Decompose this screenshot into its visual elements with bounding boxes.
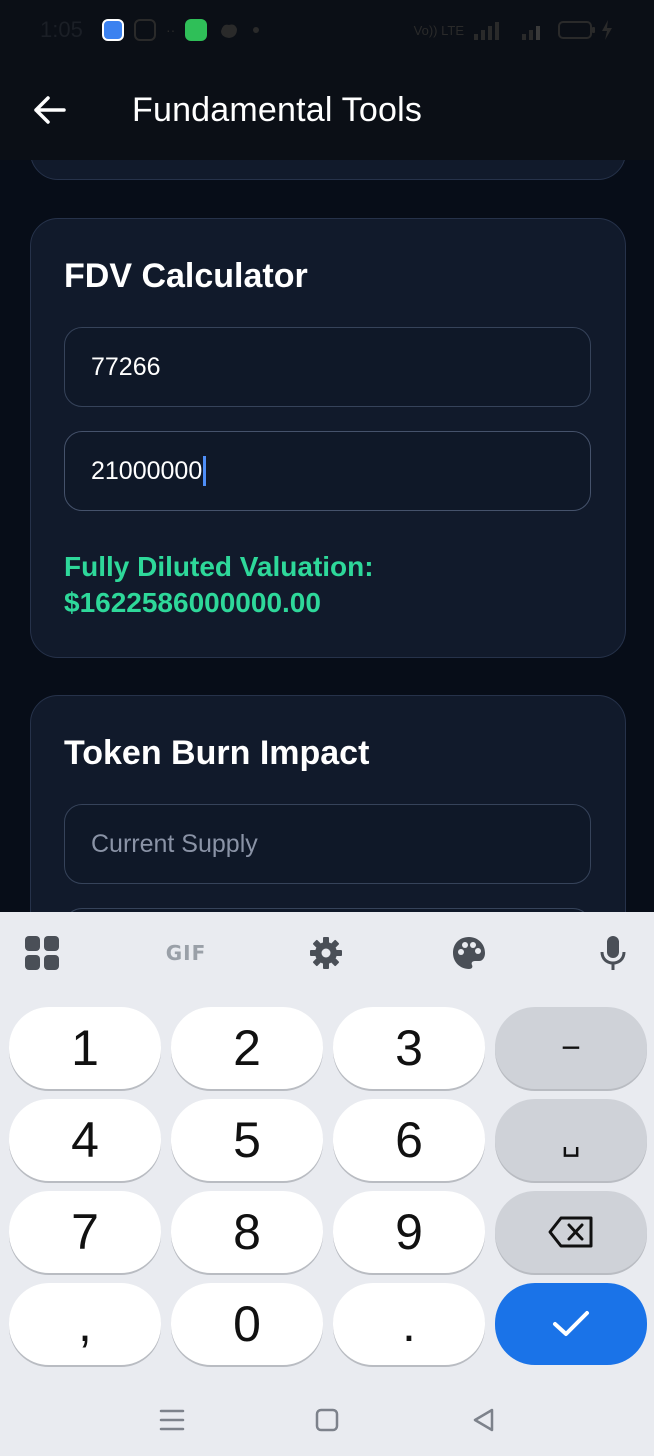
app-notification-icon (102, 19, 124, 41)
text-caret (203, 456, 207, 486)
burn-card-title: Token Burn Impact (64, 734, 370, 772)
key-period[interactable]: . (333, 1283, 485, 1365)
key-9[interactable]: 9 (333, 1191, 485, 1273)
key-1[interactable]: 1 (9, 1007, 161, 1089)
key-6[interactable]: 6 (333, 1099, 485, 1181)
key-0[interactable]: 0 (171, 1283, 323, 1365)
fdv-card-title: FDV Calculator (64, 257, 308, 295)
keyboard-settings-button[interactable] (303, 930, 349, 976)
key-8[interactable]: 8 (171, 1191, 323, 1273)
token-price-value: 77266 (91, 352, 161, 381)
dot-icon (253, 27, 260, 33)
gif-button[interactable]: GIF (158, 930, 214, 976)
system-nav-bar (0, 1382, 654, 1456)
apps-grid-button[interactable] (19, 930, 65, 976)
recents-button[interactable] (152, 1400, 192, 1440)
key-backspace[interactable] (495, 1191, 647, 1273)
status-notification-icons: ·· (102, 19, 261, 41)
key-2[interactable]: 2 (171, 1007, 323, 1089)
key-comma[interactable]: , (9, 1283, 161, 1365)
status-system-icons: Vo)) LTE (414, 20, 614, 40)
key-done[interactable] (495, 1283, 647, 1365)
fdv-result-label: Fully Diluted Valuation: (64, 551, 374, 582)
app-bar: Fundamental Tools (0, 60, 654, 160)
arrow-left-icon (34, 96, 66, 124)
status-bar: 1:05 ·· Vo)) LTE (0, 0, 654, 60)
token-burn-card: Token Burn Impact Current Supply (30, 695, 626, 912)
hand-icon (221, 24, 238, 38)
gear-icon (310, 937, 342, 969)
fdv-result: Fully Diluted Valuation: $1622586000000.… (64, 549, 374, 621)
instagram-icon (134, 19, 156, 41)
key-space[interactable]: ␣ (495, 1099, 647, 1181)
home-square-icon (315, 1408, 339, 1432)
key-5[interactable]: 5 (171, 1099, 323, 1181)
network-label: Vo)) LTE (413, 22, 464, 38)
charging-icon (602, 20, 612, 40)
back-button[interactable] (0, 60, 100, 160)
signal-2-icon (522, 26, 540, 40)
tools-content[interactable]: FDV Calculator 77266 21000000 Fully Dilu… (0, 160, 654, 912)
key-4[interactable]: 4 (9, 1099, 161, 1181)
status-time: 1:05 (40, 17, 83, 42)
current-supply-placeholder: Current Supply (91, 829, 258, 858)
key-7[interactable]: 7 (9, 1191, 161, 1273)
back-triangle-icon (473, 1408, 494, 1432)
fdv-result-value: $1622586000000.00 (64, 587, 321, 618)
page-title: Fundamental Tools (132, 90, 423, 129)
key-3[interactable]: 3 (333, 1007, 485, 1089)
system-back-button[interactable] (464, 1400, 504, 1440)
previous-tool-card (30, 160, 626, 180)
total-supply-value: 21000000 (91, 456, 203, 485)
microphone-icon (600, 936, 626, 970)
voice-input-button[interactable] (590, 930, 636, 976)
home-button[interactable] (307, 1400, 347, 1440)
messages-icon (185, 19, 208, 41)
fdv-calculator-card: FDV Calculator 77266 21000000 Fully Dilu… (30, 218, 626, 658)
battery-icon (558, 21, 595, 39)
current-supply-input[interactable]: Current Supply (64, 804, 591, 884)
key-minus[interactable]: − (495, 1007, 647, 1089)
signal-icon (474, 22, 499, 40)
apps-grid-icon (25, 936, 59, 970)
gif-label: GIF (165, 941, 207, 965)
more-dots: ·· (166, 22, 176, 38)
keyboard-toolbar: GIF (0, 912, 654, 992)
total-supply-input[interactable]: 21000000 (64, 431, 591, 511)
check-icon (553, 1311, 589, 1336)
token-price-input[interactable]: 77266 (64, 327, 591, 407)
backspace-icon (548, 1216, 593, 1248)
menu-lines-icon (159, 1409, 185, 1431)
numeric-keyboard: GIF 1 2 3 − 4 5 6 ␣ 7 8 9 , 0 . (0, 912, 654, 1456)
theme-button[interactable] (446, 930, 492, 976)
palette-icon (453, 937, 485, 969)
